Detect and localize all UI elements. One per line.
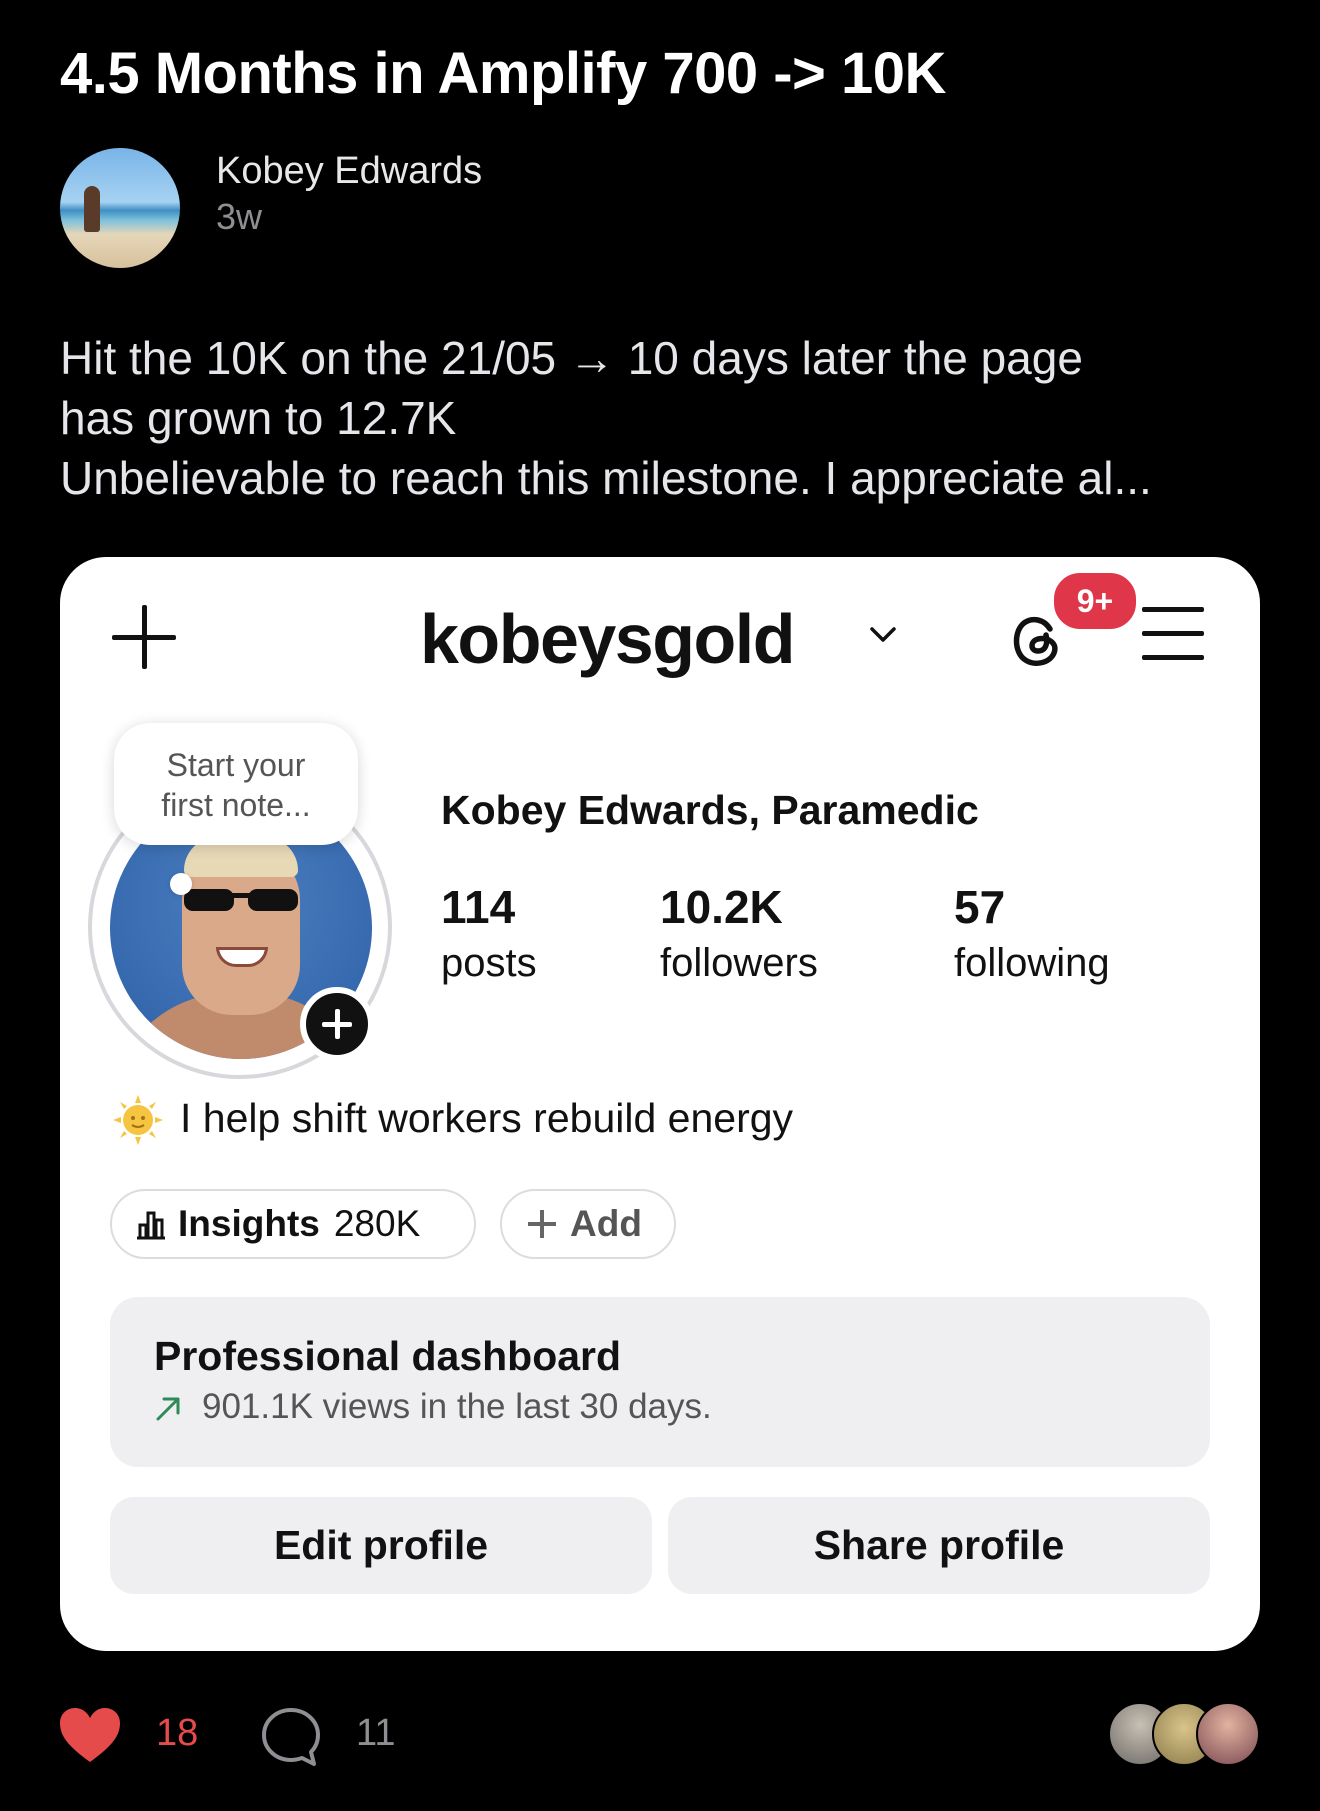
liker-avatars[interactable] (1108, 1702, 1260, 1766)
profile-screenshot-card[interactable]: kobeysgold 9+ Start your first note... K… (60, 557, 1260, 1651)
professional-dashboard[interactable]: Professional dashboard 901.1K views in t… (110, 1297, 1210, 1467)
post-body[interactable]: Hit the 10K on the 21/05 → 10 days later… (60, 328, 1280, 508)
edit-profile-button[interactable]: Edit profile (110, 1497, 652, 1594)
profile-username[interactable]: kobeysgold (420, 599, 795, 679)
post-body-line: Hit the 10K on the 21/05 → 10 days later… (60, 332, 1083, 384)
author-name[interactable]: Kobey Edwards (216, 150, 482, 193)
dashboard-views: 901.1K views in the last 30 days. (202, 1387, 712, 1426)
post-title: 4.5 Months in Amplify 700 -> 10K (60, 41, 946, 106)
note-line: first note... (161, 787, 311, 823)
chevron-down-icon[interactable] (868, 623, 898, 647)
stat-value: 57 (954, 881, 1006, 933)
trending-up-icon (156, 1397, 180, 1421)
notification-badge: 9+ (1050, 569, 1140, 633)
add-label: Add (570, 1203, 642, 1244)
display-name: Kobey Edwards, Paramedic (441, 787, 979, 833)
stat-label: following (954, 941, 1110, 985)
post-body-line: Unbelievable to reach this milestone. I … (60, 452, 1152, 504)
plus-icon[interactable] (112, 605, 176, 669)
comment-count: 11 (356, 1712, 396, 1754)
author-avatar[interactable] (60, 148, 180, 268)
add-story-button[interactable] (300, 987, 374, 1061)
dashboard-title: Professional dashboard (154, 1333, 622, 1379)
insights-value: 280K (333, 1203, 421, 1244)
liker-avatar (1196, 1702, 1260, 1766)
insights-button[interactable]: Insights 280K (110, 1189, 476, 1259)
stat-followers[interactable]: 10.2K followers (660, 879, 818, 991)
bar-chart-icon (137, 1211, 165, 1240)
share-profile-button[interactable]: Share profile (668, 1497, 1210, 1594)
stat-label: followers (660, 941, 818, 985)
avatar-figure (84, 186, 100, 232)
menu-icon[interactable] (1142, 607, 1204, 661)
stat-posts[interactable]: 114 posts (441, 879, 537, 991)
stat-following[interactable]: 57 following (954, 879, 1110, 991)
post-body-line: has grown to 12.7K (60, 392, 457, 444)
sunglasses-shape (184, 889, 298, 911)
plus-icon (528, 1210, 556, 1238)
stat-label: posts (441, 941, 537, 985)
heart-icon[interactable] (58, 1706, 122, 1764)
note-line: Start your (166, 747, 306, 783)
stat-value: 10.2K (660, 881, 783, 933)
note-bubble[interactable]: Start your first note... (114, 723, 358, 845)
add-button[interactable]: Add (500, 1189, 676, 1259)
note-dot (170, 873, 192, 895)
stat-value: 114 (441, 881, 516, 933)
sun-emoji-icon (113, 1095, 163, 1145)
post-timestamp: 3w (216, 196, 263, 237)
like-count: 18 (156, 1712, 199, 1754)
comment-icon[interactable] (258, 1704, 324, 1770)
bio-text: I help shift workers rebuild energy (180, 1095, 794, 1141)
insights-label: Insights (178, 1203, 320, 1244)
